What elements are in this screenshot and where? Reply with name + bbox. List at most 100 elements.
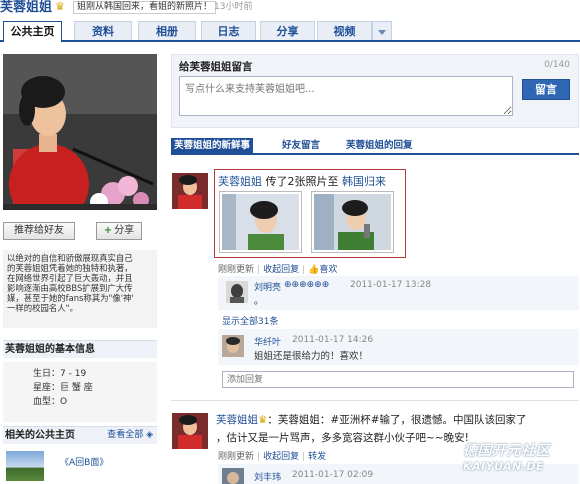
profile-photo[interactable] (3, 54, 157, 210)
reply-item: 华纤叶 2011-01-17 14:26 姐姐还是很给力的！喜欢！ (218, 329, 579, 365)
reply-author-link[interactable]: 刘丰玮 (254, 470, 281, 483)
reply-avatar-image (222, 468, 244, 484)
related-pages-title: 相关的公共主页 查看全部 ◈ (3, 426, 157, 444)
view-all-related-link[interactable]: 查看全部 ◈ (107, 427, 153, 444)
share-button[interactable]: + 分享 (96, 222, 142, 240)
chevron-down-icon (378, 30, 386, 35)
collapse-replies-link[interactable]: 收起回复 (263, 265, 299, 275)
profile-header: 芙蓉姐姐 ♛ 姐刚从韩国回来，看姐的新照片！ 13小时前 (0, 0, 580, 17)
reply-avatar-image (222, 335, 244, 357)
intro-line: 以绝对的自信和骄傲展现真实自己 (7, 253, 133, 263)
status-text: 姐刚从韩国回来，看姐的新照片！ (73, 1, 217, 14)
collapse-replies-link[interactable]: 收起回复 (263, 452, 299, 462)
reply-author-extra: ⊕⊕⊕⊕⊕⊕ (284, 280, 330, 290)
post-message-button[interactable]: 留言 (522, 79, 570, 100)
reply-item: 刘明亮 ⊕⊕⊕⊕⊕⊕ 2011-01-17 13:28 。 (218, 276, 579, 310)
tab-news-feed[interactable]: 芙蓉姐姐的新鲜事 (171, 138, 254, 153)
tab-video[interactable]: 视频 (317, 21, 372, 40)
status-time: 13小时前 (214, 2, 253, 12)
feed-item-photos: 芙蓉姐姐 传了2张照片至 韩国归来 (214, 169, 406, 258)
feed-actions: 刚刚更新 | 收起回复 | 转发 (218, 452, 327, 462)
add-reply-input[interactable] (222, 371, 574, 388)
message-title: 给芙蓉姐姐留言 (179, 61, 253, 73)
tab-home[interactable]: 公共主页 (3, 21, 62, 42)
reply-text: 姐姐还是很给力的！喜欢！ (254, 351, 369, 362)
birthday-value: 7 - 19 (60, 369, 87, 379)
feed-avatar[interactable] (172, 413, 208, 449)
blood-type-row: 血型：O (33, 397, 68, 407)
feed-author-link[interactable]: 芙蓉姐姐 (218, 175, 262, 188)
tab-friend-messages[interactable]: 好友留言 (279, 138, 323, 153)
reply-time: 2011-01-17 14:26 (292, 335, 374, 345)
share-button-label: 分享 (114, 225, 135, 236)
feed-tabs: 芙蓉姐姐的新鲜事 好友留言 芙蓉姐姐的回复 (171, 138, 579, 155)
intro-line: 影响逐渐由高校BBS扩展到广大传 (7, 283, 133, 293)
reply-avatar[interactable] (222, 335, 244, 357)
tab-more-dropdown[interactable] (372, 21, 392, 40)
message-input[interactable] (179, 76, 513, 116)
photo-thumbnail-image (314, 194, 391, 250)
tab-album[interactable]: 相册 (138, 21, 196, 40)
message-char-count: 0/140 (544, 60, 570, 70)
feed-status-text-continued: ，估计又是一片骂声，多多宽容这群小伙子吧~~晚安! (216, 432, 469, 444)
basic-info: 生日：7 - 19 星座：巨 蟹 座 血型：O (3, 362, 157, 422)
birthday-row: 生日：7 - 19 (33, 369, 87, 379)
view-all-label: 查看全部 (107, 430, 144, 440)
reply-avatar[interactable] (226, 281, 248, 303)
reply-avatar[interactable] (222, 468, 244, 484)
watermark-line-2: KAIYUAN.DE (463, 460, 545, 473)
feed-divider (171, 400, 579, 401)
blood-type-label: 血型 (33, 397, 52, 407)
reply-author-link[interactable]: 刘明亮 (254, 280, 281, 293)
forward-link[interactable]: 转发 (308, 452, 326, 462)
related-pages-title-text: 相关的公共主页 (5, 430, 75, 441)
intro-line: 一样的校园名人"。 (7, 303, 78, 313)
watermark-line-1: 德国开元社区 (463, 443, 550, 459)
photo-thumbnail[interactable] (219, 191, 302, 253)
photo-1-image (222, 194, 299, 250)
feed-avatar[interactable] (172, 173, 208, 209)
site-watermark: 德国开元社区 KAIYUAN.DE (463, 443, 580, 473)
zodiac-value: 巨 蟹 座 (60, 383, 93, 393)
feed-time: 刚刚更新 (218, 452, 255, 462)
tab-share[interactable]: 分享 (260, 21, 315, 40)
related-page-link[interactable]: 《A回B面》 (60, 455, 108, 468)
thumbs-up-icon: 👍 (308, 265, 320, 275)
zodiac-row: 星座：巨 蟹 座 (33, 383, 93, 393)
show-all-replies-link[interactable]: 显示全部31条 (222, 314, 278, 327)
plus-icon: + (103, 225, 113, 236)
album-link[interactable]: 韩国归来 (342, 175, 386, 188)
crown-icon: ♛ (55, 0, 65, 13)
like-link[interactable]: 喜欢 (319, 265, 337, 275)
intro-line: 媒，甚至于她的fans称其为"像'神' (7, 293, 134, 303)
tab-blog[interactable]: 日志 (201, 21, 256, 40)
feed-author-link[interactable]: 芙蓉姐姐 (216, 414, 258, 426)
profile-photo-image (3, 54, 157, 210)
feed-time: 刚刚更新 (218, 265, 255, 275)
photo-thumbnail-image (222, 194, 299, 250)
related-page-thumbnail[interactable] (6, 451, 44, 481)
intro-text: 以绝对的自信和骄傲展现真实自己 的芙蓉姐姐凭着她的独特和执著， 在网络世界引起了… (3, 250, 157, 328)
feed-line: 芙蓉姐姐♛：芙蓉姐姐：#亚洲杯#输了，很遗憾。中国队该回家了 (216, 411, 578, 429)
avatar-image (172, 413, 208, 449)
photo-thumbnail[interactable] (311, 191, 394, 253)
main-tabs: 公共主页 资料 相册 日志 分享 视频 (0, 21, 580, 42)
reply-avatar-image (226, 281, 248, 303)
recommend-to-friend-button[interactable]: 推荐给好友 (3, 222, 75, 240)
reply-text: 。 (254, 296, 264, 307)
reply-author-link[interactable]: 华纤叶 (254, 335, 281, 348)
tab-replies[interactable]: 芙蓉姐姐的回复 (343, 138, 416, 153)
feed-title: 芙蓉姐姐 传了2张照片至 韩国归来 (218, 173, 386, 189)
feed-action-text: 传了2张照片至 (265, 175, 339, 188)
intro-line: 的芙蓉姐姐凭着她的独特和执著， (7, 263, 133, 273)
tab-profile[interactable]: 资料 (74, 21, 132, 40)
reply-time: 2011-01-17 13:28 (350, 280, 432, 290)
message-board: 给芙蓉姐姐留言 0/140 留言 (171, 54, 579, 128)
reply-time: 2011-01-17 02:09 (292, 470, 374, 480)
feed-actions: 刚刚更新 | 收起回复 | 👍喜欢 (218, 265, 338, 275)
intro-line: 在网络世界引起了巨大轰动，并且 (7, 273, 133, 283)
birthday-label: 生日 (33, 369, 52, 379)
feed-status-text: ：芙蓉姐姐：#亚洲杯#输了，很遗憾。中国队该回家了 (267, 414, 527, 426)
profile-name[interactable]: 芙蓉姐姐 (0, 0, 52, 15)
basic-info-title: 芙蓉姐姐的基本信息 (3, 340, 157, 358)
